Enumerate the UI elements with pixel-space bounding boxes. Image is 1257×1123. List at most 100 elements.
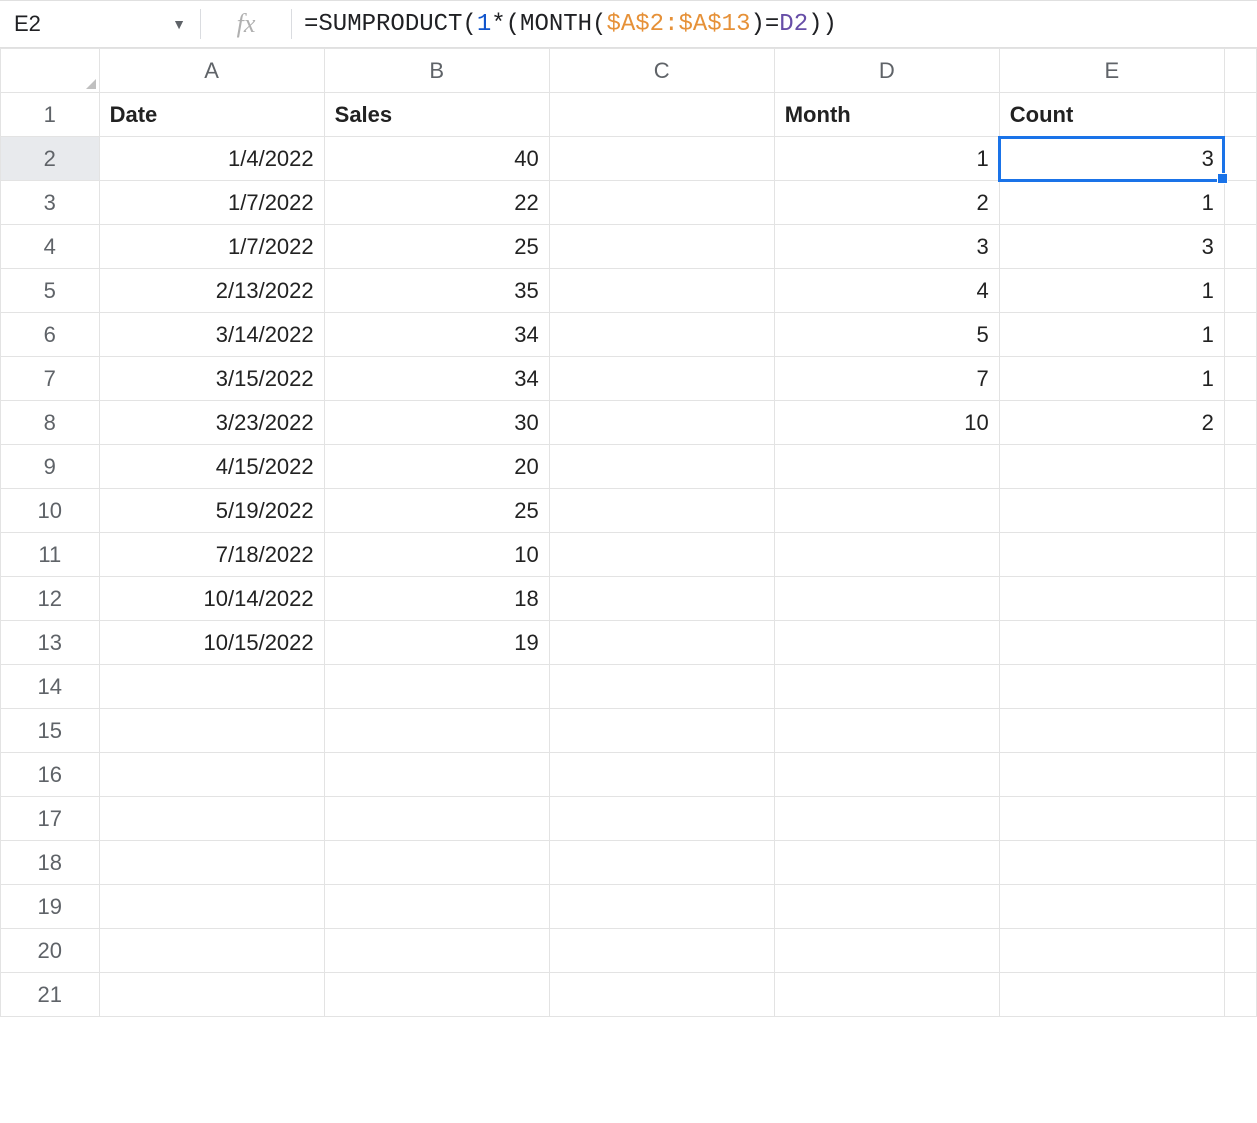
row-header-13[interactable]: 13 [1,621,100,665]
row-header-20[interactable]: 20 [1,929,100,973]
cell-E12[interactable] [999,577,1224,621]
row-header-6[interactable]: 6 [1,313,100,357]
cell-C20[interactable] [549,929,774,973]
cell-B7[interactable]: 34 [324,357,549,401]
cell-D12[interactable] [774,577,999,621]
cell-C5[interactable] [549,269,774,313]
column-header-B[interactable]: B [324,49,549,93]
cell-D7[interactable]: 7 [774,357,999,401]
column-header-C[interactable]: C [549,49,774,93]
row-header-11[interactable]: 11 [1,533,100,577]
cell-extra-16[interactable] [1224,753,1256,797]
cell-extra-8[interactable] [1224,401,1256,445]
cell-E10[interactable] [999,489,1224,533]
cell-extra-4[interactable] [1224,225,1256,269]
cell-E16[interactable] [999,753,1224,797]
cell-E13[interactable] [999,621,1224,665]
cell-E15[interactable] [999,709,1224,753]
cell-B18[interactable] [324,841,549,885]
cell-A6[interactable]: 3/14/2022 [99,313,324,357]
cell-D6[interactable]: 5 [774,313,999,357]
cell-C17[interactable] [549,797,774,841]
cell-extra-10[interactable] [1224,489,1256,533]
cell-B13[interactable]: 19 [324,621,549,665]
cell-C4[interactable] [549,225,774,269]
cell-D5[interactable]: 4 [774,269,999,313]
row-header-5[interactable]: 5 [1,269,100,313]
cell-A11[interactable]: 7/18/2022 [99,533,324,577]
cell-E2[interactable]: 3 [999,137,1224,181]
cell-A14[interactable] [99,665,324,709]
row-header-19[interactable]: 19 [1,885,100,929]
cell-extra-12[interactable] [1224,577,1256,621]
select-all-corner[interactable] [1,49,100,93]
row-header-12[interactable]: 12 [1,577,100,621]
cell-C12[interactable] [549,577,774,621]
column-header-E[interactable]: E [999,49,1224,93]
cell-E20[interactable] [999,929,1224,973]
cell-C18[interactable] [549,841,774,885]
cell-B11[interactable]: 10 [324,533,549,577]
cell-A7[interactable]: 3/15/2022 [99,357,324,401]
cell-D9[interactable] [774,445,999,489]
row-header-4[interactable]: 4 [1,225,100,269]
cell-B17[interactable] [324,797,549,841]
cell-C6[interactable] [549,313,774,357]
cell-A12[interactable]: 10/14/2022 [99,577,324,621]
cell-C7[interactable] [549,357,774,401]
cell-C19[interactable] [549,885,774,929]
cell-D3[interactable]: 2 [774,181,999,225]
row-header-21[interactable]: 21 [1,973,100,1017]
row-header-10[interactable]: 10 [1,489,100,533]
name-box[interactable]: E2 ▼ [0,1,200,47]
cell-A19[interactable] [99,885,324,929]
cell-E18[interactable] [999,841,1224,885]
cell-C8[interactable] [549,401,774,445]
cell-A4[interactable]: 1/7/2022 [99,225,324,269]
cell-E21[interactable] [999,973,1224,1017]
cell-A20[interactable] [99,929,324,973]
cell-extra-15[interactable] [1224,709,1256,753]
cell-A10[interactable]: 5/19/2022 [99,489,324,533]
formula-input[interactable]: =SUMPRODUCT(1*(MONTH($A$2:$A$13)=D2)) [292,11,1257,38]
cell-B15[interactable] [324,709,549,753]
cell-extra-3[interactable] [1224,181,1256,225]
cell-extra-20[interactable] [1224,929,1256,973]
cell-extra-17[interactable] [1224,797,1256,841]
cell-extra-5[interactable] [1224,269,1256,313]
cell-E7[interactable]: 1 [999,357,1224,401]
cell-extra-21[interactable] [1224,973,1256,1017]
cell-extra-7[interactable] [1224,357,1256,401]
name-box-dropdown-icon[interactable]: ▼ [172,16,186,32]
cell-A13[interactable]: 10/15/2022 [99,621,324,665]
cell-D19[interactable] [774,885,999,929]
row-header-8[interactable]: 8 [1,401,100,445]
row-header-1[interactable]: 1 [1,93,100,137]
cell-D8[interactable]: 10 [774,401,999,445]
cell-C9[interactable] [549,445,774,489]
cell-B12[interactable]: 18 [324,577,549,621]
row-header-18[interactable]: 18 [1,841,100,885]
cell-D11[interactable] [774,533,999,577]
row-header-2[interactable]: 2 [1,137,100,181]
column-header-A[interactable]: A [99,49,324,93]
cell-A8[interactable]: 3/23/2022 [99,401,324,445]
cell-C1[interactable] [549,93,774,137]
cell-C21[interactable] [549,973,774,1017]
cell-B6[interactable]: 34 [324,313,549,357]
cell-extra-13[interactable] [1224,621,1256,665]
cell-E6[interactable]: 1 [999,313,1224,357]
row-header-15[interactable]: 15 [1,709,100,753]
cell-C13[interactable] [549,621,774,665]
cell-B2[interactable]: 40 [324,137,549,181]
column-header-next[interactable] [1224,49,1256,93]
cell-extra-6[interactable] [1224,313,1256,357]
cell-E1[interactable]: Count [999,93,1224,137]
cell-D13[interactable] [774,621,999,665]
cell-E4[interactable]: 3 [999,225,1224,269]
cell-A17[interactable] [99,797,324,841]
cell-D20[interactable] [774,929,999,973]
cell-B14[interactable] [324,665,549,709]
cell-D1[interactable]: Month [774,93,999,137]
fx-icon[interactable]: fx [201,9,291,39]
